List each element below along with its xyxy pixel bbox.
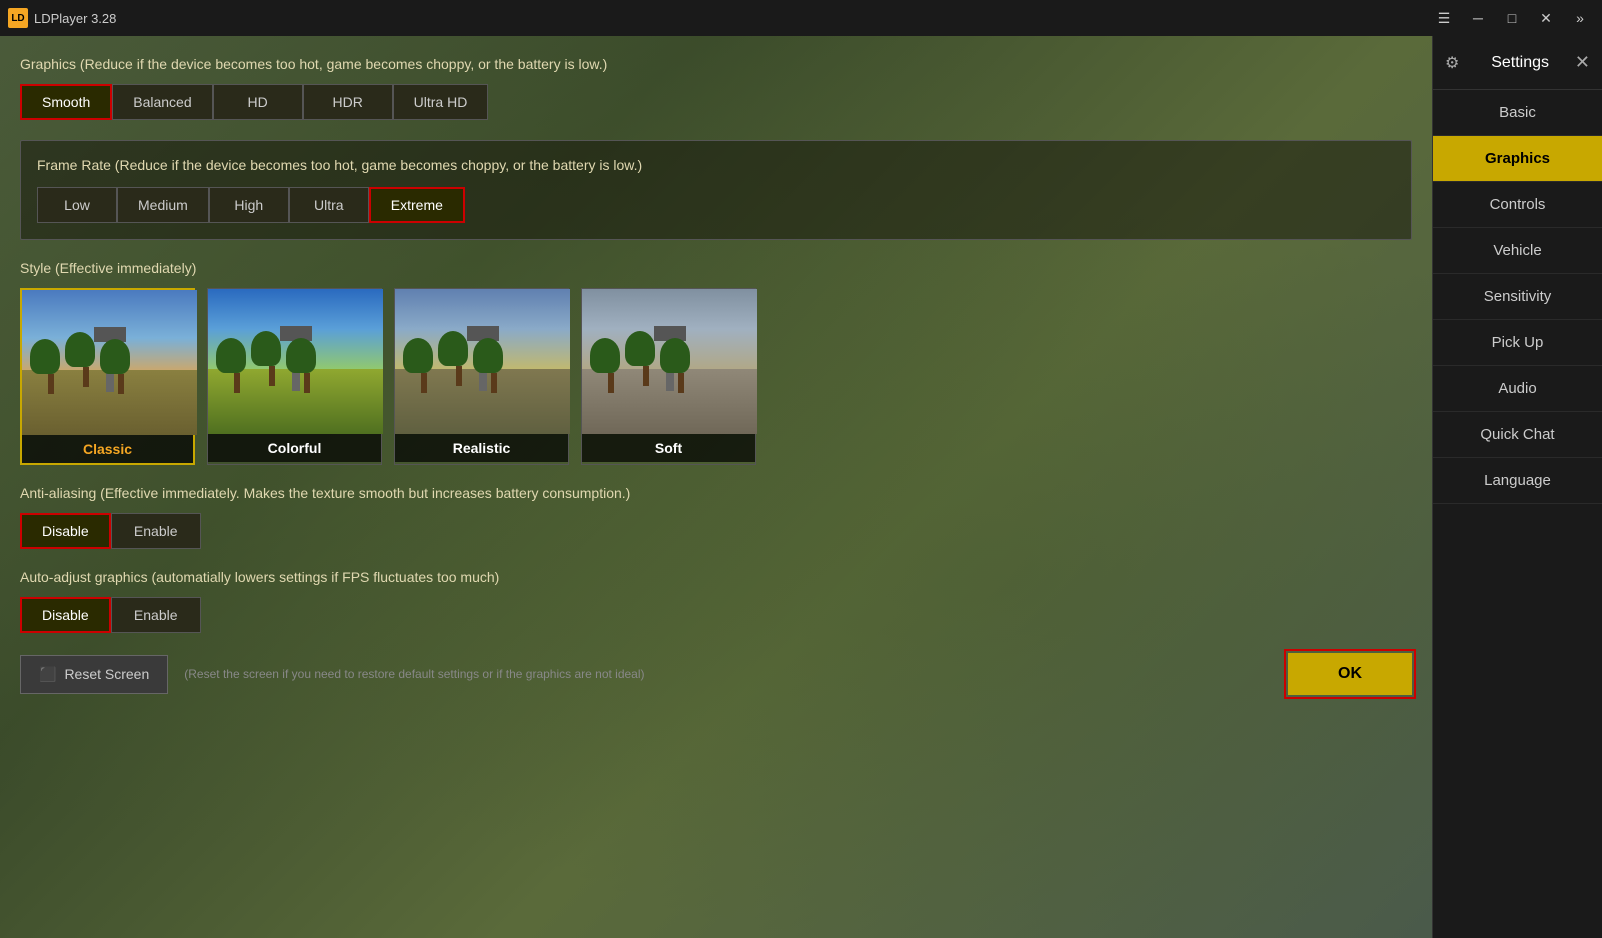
app-title: LDPlayer 3.28 — [34, 11, 1430, 26]
bottom-bar: ⬛ Reset Screen (Reset the screen if you … — [20, 653, 1412, 695]
main-area: Graphics (Reduce if the device becomes t… — [0, 36, 1602, 938]
style-card-realistic[interactable]: Realistic — [394, 288, 569, 465]
gear-icon: ⚙ — [1445, 53, 1459, 73]
ok-button[interactable]: OK — [1288, 653, 1412, 695]
anti-aliasing-btn-disable[interactable]: Disable — [20, 513, 111, 549]
frame-rate-btn-low[interactable]: Low — [37, 187, 117, 223]
nav-item-pick-up[interactable]: Pick Up — [1433, 320, 1602, 366]
graphics-quality-btn-hdr[interactable]: HDR — [303, 84, 393, 120]
nav-item-controls[interactable]: Controls — [1433, 182, 1602, 228]
graphics-quality-label: Graphics (Reduce if the device becomes t… — [20, 56, 1412, 72]
left-panel: Graphics (Reduce if the device becomes t… — [0, 36, 1432, 938]
style-card-soft[interactable]: Soft — [581, 288, 756, 465]
graphics-quality-btn-hd[interactable]: HD — [213, 84, 303, 120]
style-cards: Classic Colorful Realistic Soft — [20, 288, 1412, 465]
nav-item-audio[interactable]: Audio — [1433, 366, 1602, 412]
auto-adjust-section: Auto-adjust graphics (automatially lower… — [20, 569, 1412, 633]
frame-rate-btn-extreme[interactable]: Extreme — [369, 187, 465, 223]
anti-aliasing-group: DisableEnable — [20, 513, 1412, 549]
auto-adjust-btn-disable[interactable]: Disable — [20, 597, 111, 633]
style-card-label-classic: Classic — [22, 435, 193, 463]
style-card-label-colorful: Colorful — [208, 434, 381, 462]
settings-close-button[interactable]: ✕ — [1575, 52, 1590, 73]
style-card-label-realistic: Realistic — [395, 434, 568, 462]
reset-label: Reset Screen — [64, 666, 149, 682]
style-card-classic[interactable]: Classic — [20, 288, 195, 465]
graphics-quality-group: SmoothBalancedHDHDRUltra HD — [20, 84, 1412, 120]
minimize-button[interactable]: ─ — [1464, 8, 1492, 28]
frame-rate-btn-high[interactable]: High — [209, 187, 289, 223]
maximize-button[interactable]: □ — [1498, 8, 1526, 28]
nav-list: BasicGraphicsControlsVehicleSensitivityP… — [1433, 90, 1602, 504]
auto-adjust-group: DisableEnable — [20, 597, 1412, 633]
graphics-quality-section: Graphics (Reduce if the device becomes t… — [20, 56, 1412, 120]
nav-item-sensitivity[interactable]: Sensitivity — [1433, 274, 1602, 320]
reset-screen-button[interactable]: ⬛ Reset Screen — [20, 655, 168, 694]
bottom-hint: (Reset the screen if you need to restore… — [184, 667, 1272, 681]
style-label: Style (Effective immediately) — [20, 260, 1412, 276]
frame-rate-btn-medium[interactable]: Medium — [117, 187, 209, 223]
graphics-quality-btn-balanced[interactable]: Balanced — [112, 84, 212, 120]
nav-item-graphics[interactable]: Graphics — [1433, 136, 1602, 182]
frame-rate-group: LowMediumHighUltraExtreme — [37, 187, 1395, 223]
arrow-button[interactable]: » — [1566, 8, 1594, 28]
anti-aliasing-btn-enable[interactable]: Enable — [111, 513, 201, 549]
style-section: Style (Effective immediately) Classic Col… — [20, 260, 1412, 465]
menu-button[interactable]: ☰ — [1430, 8, 1458, 28]
frame-rate-label: Frame Rate (Reduce if the device becomes… — [37, 157, 1395, 173]
frame-rate-section: Frame Rate (Reduce if the device becomes… — [20, 140, 1412, 240]
settings-header: ⚙ Settings ✕ — [1433, 36, 1602, 90]
nav-item-language[interactable]: Language — [1433, 458, 1602, 504]
graphics-quality-btn-smooth[interactable]: Smooth — [20, 84, 112, 120]
anti-aliasing-section: Anti-aliasing (Effective immediately. Ma… — [20, 485, 1412, 549]
nav-item-vehicle[interactable]: Vehicle — [1433, 228, 1602, 274]
frame-rate-btn-ultra[interactable]: Ultra — [289, 187, 369, 223]
auto-adjust-btn-enable[interactable]: Enable — [111, 597, 201, 633]
titlebar-controls: ☰ ─ □ ✕ » — [1430, 8, 1594, 28]
titlebar: LD LDPlayer 3.28 ☰ ─ □ ✕ » — [0, 0, 1602, 36]
style-card-label-soft: Soft — [582, 434, 755, 462]
right-panel: ⚙ Settings ✕ BasicGraphicsControlsVehicl… — [1432, 36, 1602, 938]
close-button[interactable]: ✕ — [1532, 8, 1560, 28]
style-card-colorful[interactable]: Colorful — [207, 288, 382, 465]
anti-aliasing-label: Anti-aliasing (Effective immediately. Ma… — [20, 485, 1412, 501]
reset-icon: ⬛ — [39, 666, 56, 683]
auto-adjust-label: Auto-adjust graphics (automatially lower… — [20, 569, 1412, 585]
graphics-quality-btn-ultra-hd[interactable]: Ultra HD — [393, 84, 489, 120]
app-logo: LD — [8, 8, 28, 28]
nav-item-basic[interactable]: Basic — [1433, 90, 1602, 136]
nav-item-quick-chat[interactable]: Quick Chat — [1433, 412, 1602, 458]
settings-title: Settings — [1491, 54, 1549, 72]
